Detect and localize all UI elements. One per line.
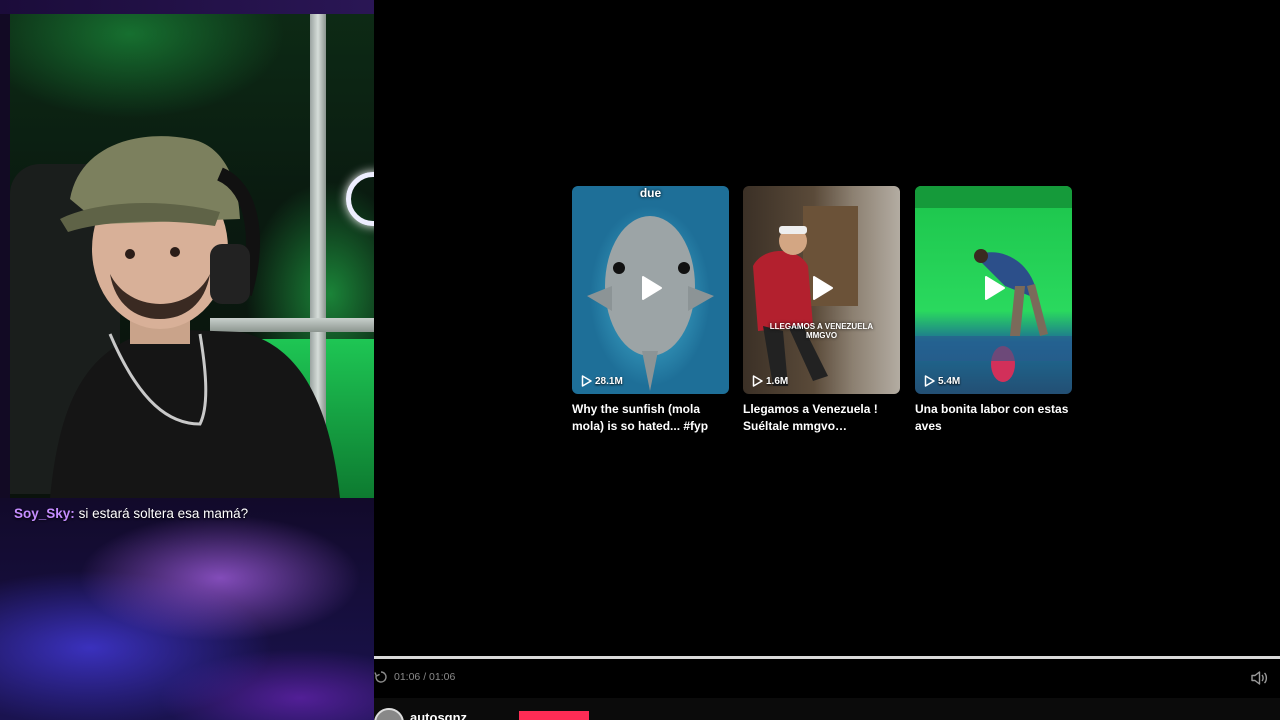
view-count: 5.4M <box>924 375 960 387</box>
replay-icon[interactable] <box>374 670 388 684</box>
view-count-text: 28.1M <box>595 375 623 387</box>
progress-bar[interactable] <box>374 656 1280 659</box>
time-text: 01:06 / 01:06 <box>394 671 456 683</box>
webcam-top-bar <box>0 0 374 14</box>
video-card[interactable]: due 28.1M Why the sunfish (mola mola) is… <box>572 186 729 435</box>
streamer-webcam <box>10 14 374 498</box>
play-icon <box>813 276 833 300</box>
chat-message: Soy_Sky: si estará soltera esa mamá? <box>14 506 248 522</box>
video-title[interactable]: Llegamos a Venezuela ! Suéltale mmgvo #d… <box>743 401 900 435</box>
play-outline-icon <box>924 375 935 387</box>
view-count-text: 5.4M <box>938 375 961 387</box>
video-card[interactable]: LLEGAMOS A VENEZUELA MMGVO 1.6M Llegamos… <box>743 186 900 435</box>
chat-username: Soy_Sky: <box>14 506 75 521</box>
view-count: 1.6M <box>752 375 788 387</box>
play-outline-icon <box>581 375 592 387</box>
video-card[interactable]: 5.4M Una bonita labor con estas aves <box>915 186 1072 435</box>
play-outline-icon <box>752 375 763 387</box>
thumbnail-caption: LLEGAMOS A VENEZUELA MMGVO <box>769 322 874 340</box>
chat-text: si estará soltera esa mamá? <box>78 506 249 521</box>
volume-icon[interactable] <box>1250 670 1268 686</box>
avatar[interactable] <box>374 708 404 720</box>
play-icon <box>985 276 1005 300</box>
related-videos: due 28.1M Why the sunfish (mola mola) is… <box>572 186 1072 446</box>
video-thumbnail[interactable]: due 28.1M <box>572 186 729 394</box>
thumbnail-caption: due <box>639 186 662 200</box>
view-count: 28.1M <box>581 375 623 387</box>
view-count-text: 1.6M <box>766 375 789 387</box>
chat-overlay: Soy_Sky: si estará soltera esa mamá? <box>0 498 374 720</box>
progress-fill <box>374 656 1280 659</box>
video-thumbnail[interactable]: 5.4M <box>915 186 1072 394</box>
streamer-figure <box>50 136 340 498</box>
author-name[interactable]: autosgnz <box>410 710 467 720</box>
video-title[interactable]: Una bonita labor con estas aves <box>915 401 1072 435</box>
follow-button[interactable] <box>519 711 589 720</box>
video-player[interactable]: due 28.1M Why the sunfish (mola mola) is… <box>374 0 1280 720</box>
video-title[interactable]: Why the sunfish (mola mola) is so hated.… <box>572 401 729 435</box>
play-icon <box>642 276 662 300</box>
time-display: 01:06 / 01:06 <box>374 670 455 684</box>
video-thumbnail[interactable]: LLEGAMOS A VENEZUELA MMGVO 1.6M <box>743 186 900 394</box>
streamer-panel: Soy_Sky: si estará soltera esa mamá? <box>0 0 374 720</box>
author-bar: autosgnz <box>374 698 1280 720</box>
